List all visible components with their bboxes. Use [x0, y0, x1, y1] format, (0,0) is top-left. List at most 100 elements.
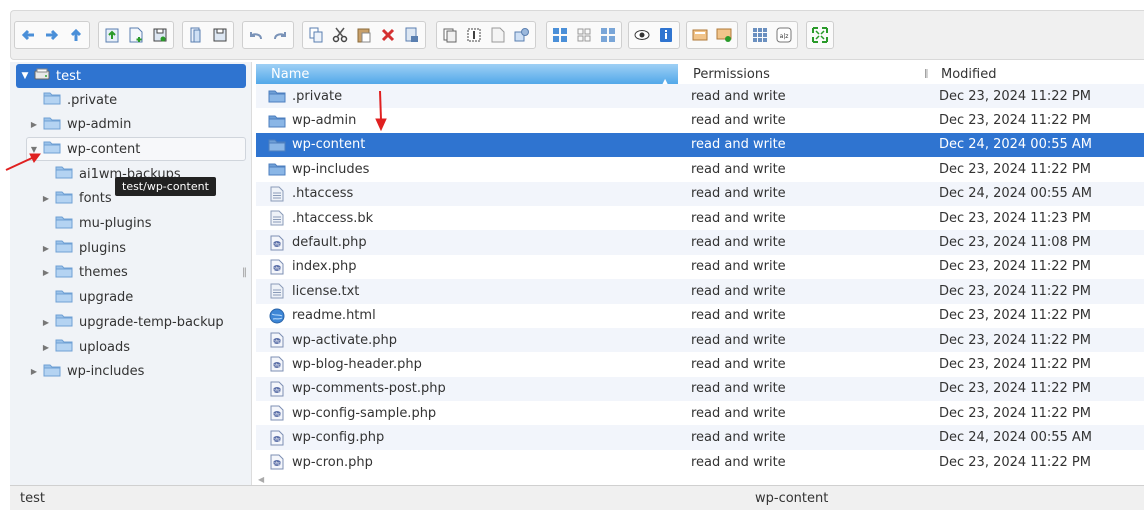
tree-item-themes[interactable]: ▶ themes	[40, 261, 128, 285]
tree-item-wp-includes[interactable]: ▶ wp-includes	[28, 360, 144, 384]
cut-button[interactable]	[329, 23, 351, 47]
file-row[interactable]: php wp-blog-header.php read and write Dec 2…	[256, 352, 1144, 376]
file-row[interactable]: php default.php read and write Dec 23, 2024…	[256, 230, 1144, 255]
file-list: Name ▲ Permissions ‖ Modified .private re…	[256, 62, 1144, 485]
back-button[interactable]	[17, 23, 39, 47]
tree-item-wp-content[interactable]: ▼ wp-content	[28, 137, 140, 161]
resize-button[interactable]	[511, 23, 533, 47]
open-button[interactable]	[185, 23, 207, 47]
file-row[interactable]: wp-content read and write Dec 24, 2024 00:…	[256, 132, 1144, 158]
toolbar-group	[436, 21, 536, 49]
sort-button[interactable]: a|z	[773, 23, 795, 47]
file-row[interactable]: .private read and write Dec 23, 2024 11:22…	[256, 84, 1144, 109]
column-resize-grip[interactable]: ‖	[924, 69, 929, 79]
file-row[interactable]: php wp-activate.php read and write Dec 23, …	[256, 327, 1144, 353]
delete-button[interactable]	[377, 23, 399, 47]
chevron-right-icon[interactable]: ▶	[40, 194, 52, 203]
save-icon	[153, 28, 167, 42]
forward-icon	[46, 29, 59, 41]
redo-button[interactable]	[269, 23, 291, 47]
file-row[interactable]: .htaccess.bk read and write Dec 23, 2024 1…	[256, 206, 1144, 230]
tree-item-uploads[interactable]: ▶ uploads	[40, 335, 130, 359]
svg-text:php: php	[273, 363, 281, 368]
up-button[interactable]	[65, 23, 87, 47]
chevron-right-icon[interactable]: ▶	[40, 268, 52, 277]
tree-item-private[interactable]: .private	[28, 88, 117, 112]
column-header-modified[interactable]: Modified	[932, 64, 1144, 86]
redo-icon	[274, 32, 286, 40]
duplicate-button[interactable]	[439, 23, 461, 47]
rename-button[interactable]	[463, 23, 485, 47]
large-buttons-icon[interactable]	[549, 23, 571, 47]
tree-item-wp-admin[interactable]: ▶ wp-admin	[28, 113, 131, 137]
archive-button[interactable]	[713, 23, 735, 47]
file-row[interactable]: wp-admin read and write Dec 23, 2024 11:22…	[256, 108, 1144, 132]
tree-item-plugins[interactable]: ▶ plugins	[40, 236, 126, 260]
file-row[interactable]: php wp-cron.php read and write Dec 23, 2024…	[256, 450, 1144, 474]
chevron-down-icon[interactable]: ▼	[28, 145, 40, 154]
new-file-button[interactable]	[125, 23, 147, 47]
select-all-button[interactable]	[749, 23, 771, 47]
resize-icon	[514, 28, 529, 42]
select-all-icon	[753, 28, 767, 42]
horizontal-scrollbar[interactable]: ◀	[256, 475, 1144, 485]
chevron-right-icon[interactable]: ▶	[28, 367, 40, 376]
up-icon	[70, 28, 82, 41]
status-bar: test wp-content	[10, 485, 1144, 510]
file-name-cell: php wp-config.php	[268, 430, 384, 446]
column-header-name[interactable]: Name ▲	[256, 64, 678, 86]
toolbar-group	[628, 21, 680, 49]
info-button[interactable]	[655, 23, 677, 47]
tree-item-upgrade-temp-backup[interactable]: ▶ upgrade-temp-backup	[40, 310, 224, 334]
file-permissions: read and write	[691, 381, 786, 397]
tree-item-fonts[interactable]: ▶ fonts	[40, 187, 112, 211]
save-button[interactable]	[149, 23, 171, 47]
chevron-right-icon[interactable]: ▶	[40, 318, 52, 327]
preview-button[interactable]	[631, 23, 653, 47]
scroll-left-icon[interactable]: ◀	[258, 475, 264, 484]
forward-button[interactable]	[41, 23, 63, 47]
tree-item-upgrade[interactable]: upgrade	[40, 286, 133, 310]
column-header-permissions[interactable]: Permissions	[684, 64, 924, 86]
chevron-right-icon[interactable]: ▶	[40, 244, 52, 253]
folder-icon	[55, 264, 73, 282]
list-view-button[interactable]	[597, 23, 619, 47]
empty-button[interactable]	[401, 23, 423, 47]
file-name: wp-config.php	[292, 430, 385, 446]
file-row[interactable]: php wp-comments-post.php read and write Dec…	[256, 376, 1144, 402]
chevron-right-icon[interactable]: ▶	[28, 120, 40, 129]
file-rows: .private read and write Dec 23, 2024 11:22…	[256, 84, 1144, 474]
tree-item-label: .private	[67, 92, 118, 108]
file-name: .htaccess.bk	[292, 210, 374, 226]
file-name-cell: php wp-activate.php	[268, 332, 397, 348]
file-row[interactable]: readme.html read and write Dec 23, 2024 11…	[256, 304, 1144, 328]
tree-root-test[interactable]: ▼ test	[16, 64, 246, 88]
save-as-button[interactable]	[209, 23, 231, 47]
chevron-right-icon[interactable]: ▶	[40, 343, 52, 352]
file-row[interactable]: license.txt read and write Dec 23, 2024 11…	[256, 279, 1144, 304]
file-row[interactable]: php wp-config-sample.php read and write Dec…	[256, 401, 1144, 425]
fullscreen-button[interactable]	[809, 23, 831, 47]
navigation-tree: ▼ test .private ▶ wp-admin ▼ wp-content ai1wm…	[10, 62, 252, 485]
edit-button[interactable]	[487, 23, 509, 47]
chevron-down-icon[interactable]: ▼	[18, 71, 32, 81]
text-file-icon	[268, 210, 286, 226]
extract-button[interactable]	[689, 23, 711, 47]
file-permissions: read and write	[691, 283, 786, 299]
upload-button[interactable]	[101, 23, 123, 47]
file-row[interactable]: wp-includes read and write Dec 23, 2024 11…	[256, 157, 1144, 181]
small-buttons-icon[interactable]	[573, 23, 595, 47]
file-row[interactable]: .htaccess read and write Dec 24, 2024 00:5…	[256, 181, 1144, 206]
sort-icon: a|z	[776, 27, 792, 43]
splitter-grip[interactable]: ‖	[242, 267, 247, 278]
file-permissions: read and write	[691, 186, 786, 202]
file-row[interactable]: php index.php read and write Dec 23, 2024 1…	[256, 255, 1144, 279]
tree-item-mu-plugins[interactable]: mu-plugins	[40, 212, 152, 236]
file-row[interactable]: php wp-config.php read and write Dec 24, 20…	[256, 425, 1144, 450]
undo-button[interactable]	[245, 23, 267, 47]
svg-text:a|z: a|z	[780, 33, 789, 40]
copy-button[interactable]	[305, 23, 327, 47]
open-icon	[190, 27, 201, 43]
folder-icon	[55, 289, 73, 307]
paste-button[interactable]	[353, 23, 375, 47]
